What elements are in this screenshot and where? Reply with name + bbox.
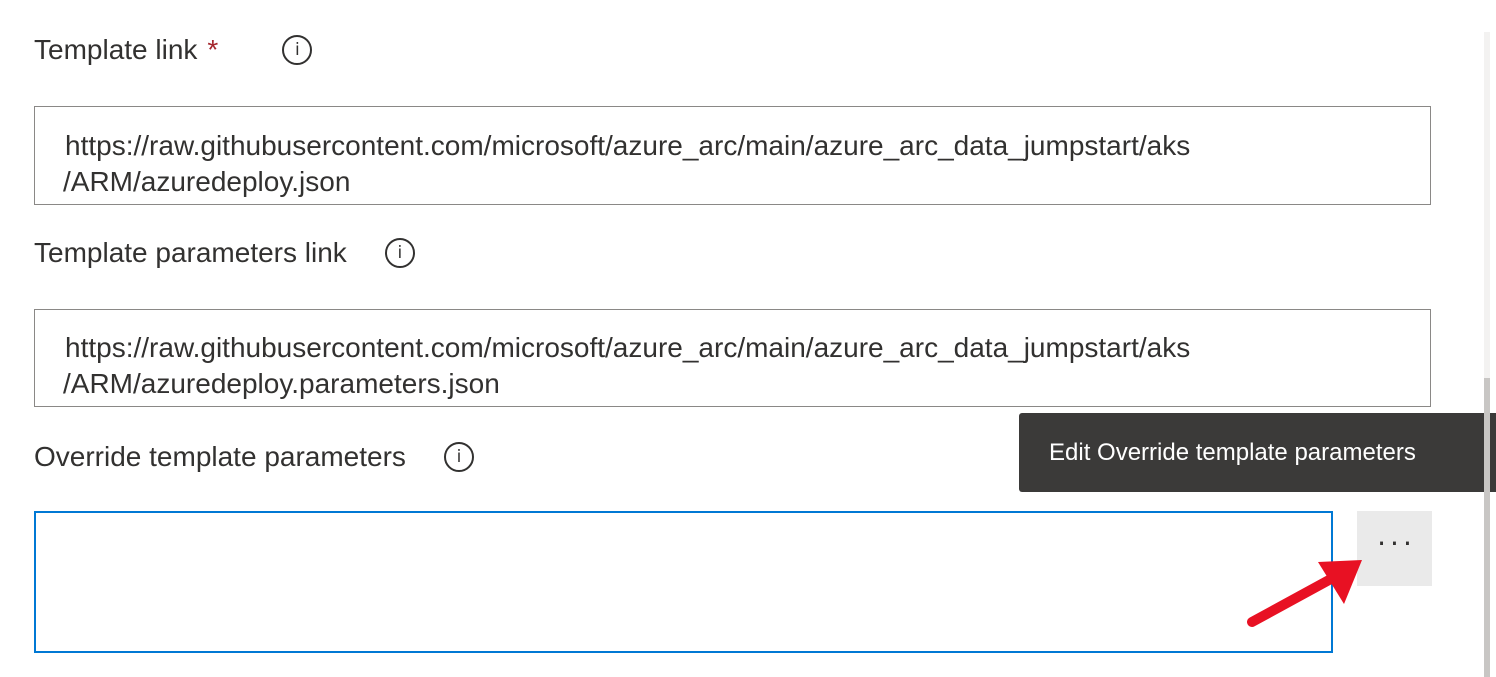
red-arrow-annotation <box>1247 560 1362 627</box>
deployment-form: Template link * i https://raw.githubuser… <box>0 0 1496 677</box>
info-icon[interactable]: i <box>443 442 474 472</box>
template-parameters-link-value-line1: https://raw.githubusercontent.com/micros… <box>65 332 1191 363</box>
template-link-label: Template link <box>34 34 198 65</box>
template-parameters-link-label-row: Template parameters link i <box>34 233 415 273</box>
template-parameters-link-value-line2: /ARM/azuredeploy.parameters.json <box>63 368 500 399</box>
template-link-value-line2: /ARM/azuredeploy.json <box>63 166 351 197</box>
template-link-value-line1: https://raw.githubusercontent.com/micros… <box>65 130 1191 161</box>
template-link-label-row: Template link * i <box>34 30 313 70</box>
template-link-field[interactable]: https://raw.githubusercontent.com/micros… <box>34 106 1431 205</box>
tooltip-text: Edit Override template parameters <box>1049 438 1416 466</box>
override-template-parameters-label-row: Override template parameters i <box>34 437 474 477</box>
info-icon[interactable]: i <box>282 35 313 65</box>
tooltip: Edit Override template parameters <box>1019 413 1496 492</box>
template-parameters-link-field[interactable]: https://raw.githubusercontent.com/micros… <box>34 309 1431 407</box>
override-template-parameters-input[interactable] <box>34 511 1333 653</box>
more-horizontal-icon: ··· <box>1377 527 1416 560</box>
scrollbar-thumb[interactable] <box>1484 378 1490 677</box>
template-parameters-link-label: Template parameters link <box>34 237 347 268</box>
info-icon[interactable]: i <box>384 238 415 268</box>
required-asterisk: * <box>207 34 219 65</box>
override-template-parameters-label: Override template parameters <box>34 441 406 472</box>
